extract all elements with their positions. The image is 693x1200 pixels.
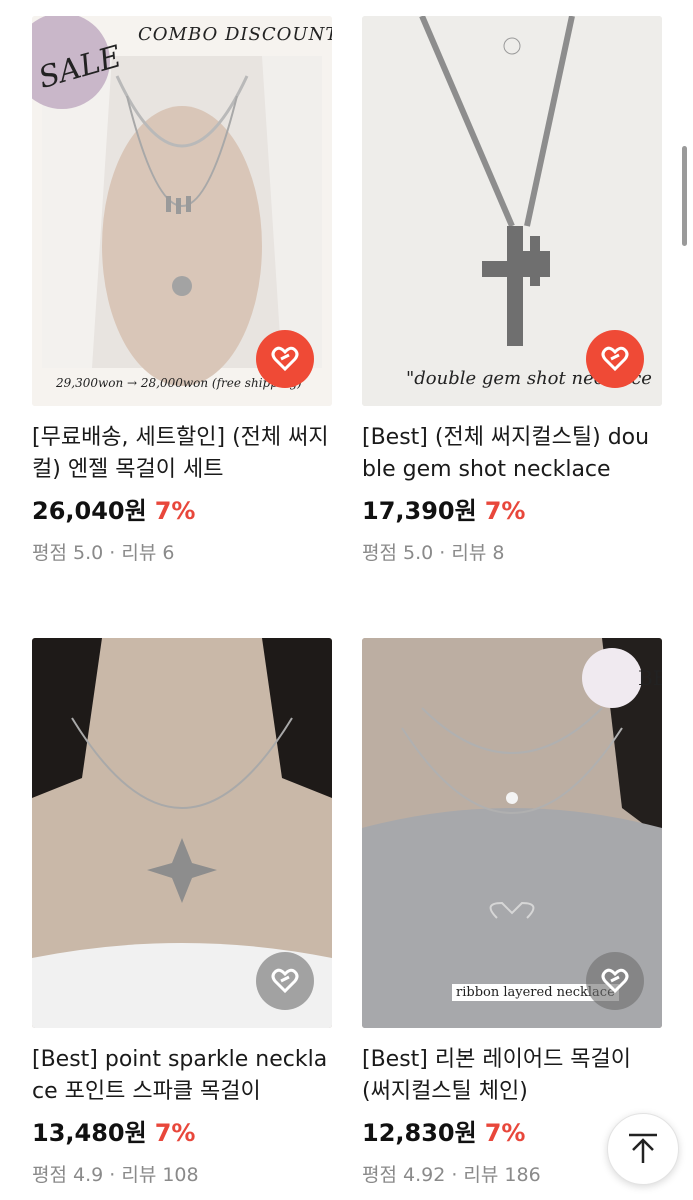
product-price: 13,480원 bbox=[32, 1119, 147, 1147]
wishlist-button[interactable] bbox=[586, 952, 644, 1010]
rating-review: 평점 5.0 · 리뷰 6 bbox=[32, 542, 175, 564]
discount-rate: 7% bbox=[484, 1119, 526, 1147]
rating-review: 평점 4.9 · 리뷰 108 bbox=[32, 1164, 199, 1186]
heart-link-icon bbox=[601, 346, 629, 372]
product-price: 17,390원 bbox=[362, 497, 477, 525]
wishlist-button[interactable] bbox=[586, 330, 644, 388]
price-row: 13,480원 7% bbox=[32, 1118, 332, 1148]
product-image[interactable]: BE ribbon layered necklace bbox=[362, 638, 662, 1028]
product-title[interactable]: [Best] (전체 써지컬스틸) double gem shot neckla… bbox=[362, 422, 662, 486]
heart-link-icon bbox=[601, 968, 629, 994]
discount-rate: 7% bbox=[154, 497, 196, 525]
discount-rate: 7% bbox=[154, 1119, 196, 1147]
product-card[interactable]: SALE COMBO DISCOUNT 29,300won → 28,000wo… bbox=[32, 16, 332, 565]
rating-review: 평점 5.0 · 리뷰 8 bbox=[362, 542, 505, 564]
product-card[interactable]: BE ribbon layered necklace [Best] 리본 레이어… bbox=[362, 638, 662, 1187]
product-card[interactable]: "double gem shot necklace [Best] (전체 써지컬… bbox=[362, 16, 662, 565]
scrollbar[interactable] bbox=[682, 146, 687, 246]
product-image[interactable]: "double gem shot necklace bbox=[362, 16, 662, 406]
product-title[interactable]: [Best] 리본 레이어드 목걸이 (써지컬스틸 체인) bbox=[362, 1044, 662, 1108]
wishlist-button[interactable] bbox=[256, 330, 314, 388]
heart-link-icon bbox=[271, 346, 299, 372]
combo-discount-headline: COMBO DISCOUNT bbox=[138, 24, 332, 45]
product-title[interactable]: [Best] point sparkle necklace 포인트 스파클 목걸… bbox=[32, 1044, 332, 1108]
corner-badge: BE bbox=[638, 666, 662, 690]
scroll-to-top-button[interactable] bbox=[607, 1113, 679, 1185]
product-image[interactable] bbox=[32, 638, 332, 1028]
wishlist-button[interactable] bbox=[256, 952, 314, 1010]
product-image[interactable]: SALE COMBO DISCOUNT 29,300won → 28,000wo… bbox=[32, 16, 332, 406]
price-row: 17,390원 7% bbox=[362, 496, 662, 526]
heart-link-icon bbox=[271, 968, 299, 994]
product-price: 12,830원 bbox=[362, 1119, 477, 1147]
product-card[interactable]: [Best] point sparkle necklace 포인트 스파클 목걸… bbox=[32, 638, 332, 1187]
product-price: 26,040원 bbox=[32, 497, 147, 525]
price-row: 26,040원 7% bbox=[32, 496, 332, 526]
discount-rate: 7% bbox=[484, 497, 526, 525]
product-title[interactable]: [무료배송, 세트할인] (전체 써지컬) 엔젤 목걸이 세트 bbox=[32, 422, 332, 486]
arrow-up-icon bbox=[629, 1133, 657, 1163]
